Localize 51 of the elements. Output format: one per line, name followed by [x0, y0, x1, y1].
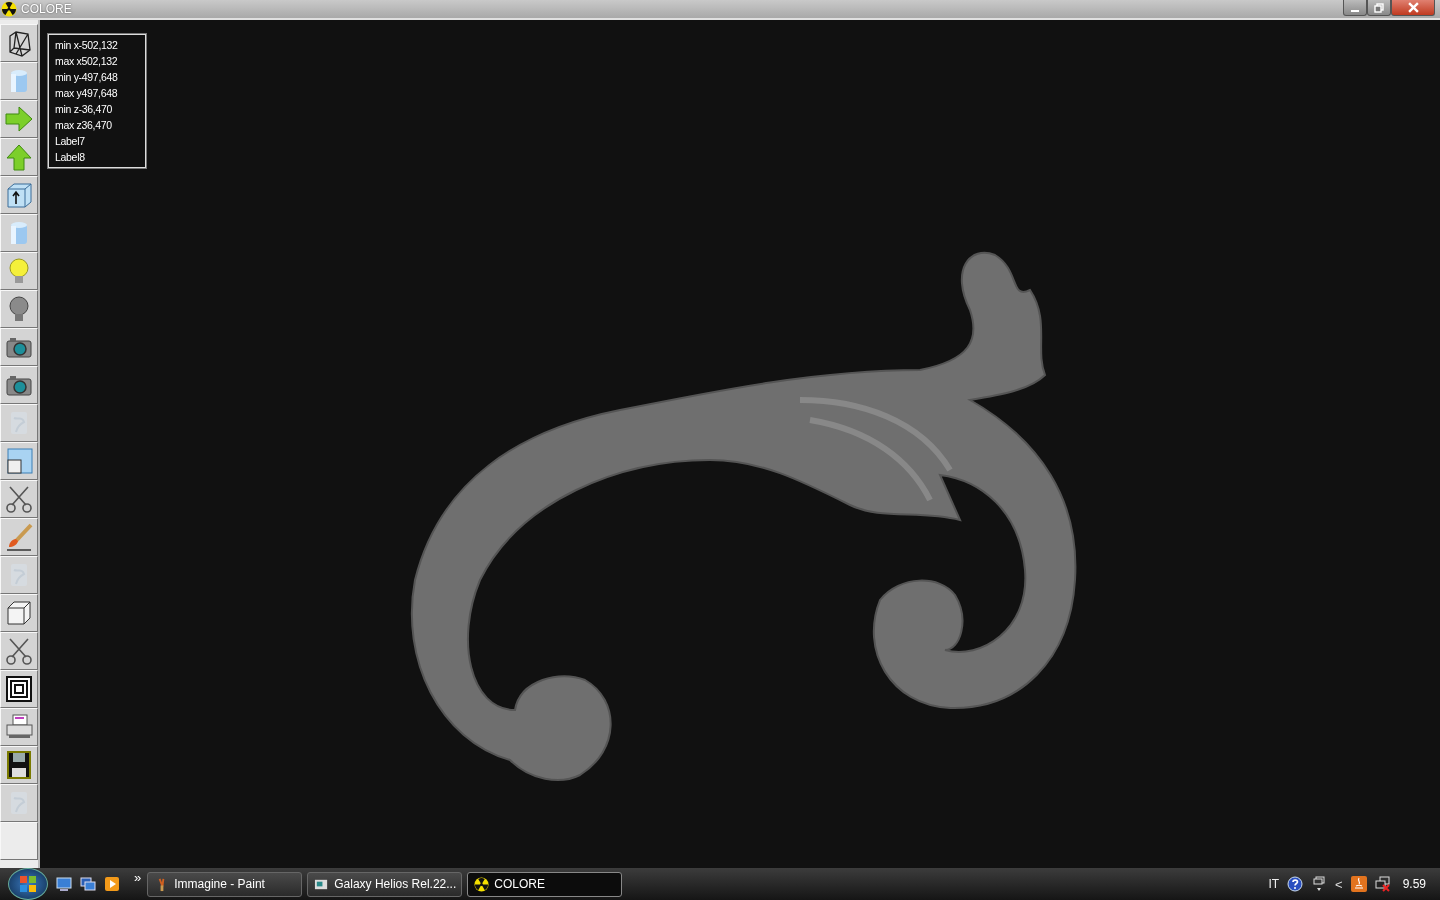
windows-icon[interactable]: [80, 876, 96, 892]
info-label: min y-497,648: [55, 70, 119, 85]
media-player-icon[interactable]: [104, 876, 120, 892]
language-indicator[interactable]: IT: [1268, 877, 1280, 891]
cube-icon: [4, 598, 34, 628]
close-icon: [1407, 2, 1419, 13]
taskbar-button[interactable]: COLORE: [467, 871, 623, 897]
info-label: Label7: [55, 134, 86, 149]
radiation-icon: [1, 1, 17, 17]
tool-button[interactable]: [0, 176, 38, 214]
restore-button[interactable]: [1367, 0, 1391, 16]
help-icon[interactable]: [1287, 876, 1304, 892]
window-icon: [4, 446, 34, 476]
info-label: max y497,648: [55, 86, 119, 101]
concentric-squares-icon: [4, 674, 34, 704]
scissors-icon: [4, 636, 34, 666]
paintbrush-icon: [4, 522, 34, 552]
window-title: COLORE: [21, 2, 73, 16]
clock[interactable]: 9.59: [1402, 877, 1426, 891]
tool-button[interactable]: [0, 24, 38, 62]
windows-switch-icon[interactable]: [1311, 876, 1328, 892]
windows-logo-icon: [18, 874, 38, 894]
minimize-button[interactable]: [1343, 0, 1367, 16]
java-icon[interactable]: [1350, 876, 1367, 892]
overflow-button[interactable]: »: [130, 870, 146, 885]
radiation-icon: [474, 876, 490, 892]
tool-button[interactable]: [0, 632, 38, 670]
tool-button[interactable]: [0, 518, 38, 556]
info-label: max z36,470: [55, 118, 113, 133]
tool-button[interactable]: [0, 328, 38, 366]
box-arrow-icon: [4, 180, 34, 210]
tool-button[interactable]: [0, 366, 38, 404]
info-label: Label8: [55, 150, 86, 165]
close-button[interactable]: [1391, 0, 1435, 16]
right-arrow-icon: [4, 104, 34, 134]
tool-button[interactable]: [0, 670, 38, 708]
minimize-icon: [1351, 9, 1359, 12]
show-hidden-icons-button[interactable]: <: [1335, 876, 1343, 892]
network-disconnected-icon[interactable]: [1374, 876, 1391, 892]
taskbar-button[interactable]: Galaxy Helios Rel.22...: [307, 871, 463, 897]
restore-icon: [1374, 2, 1384, 13]
tool-button[interactable]: [0, 746, 38, 784]
desktop-icon[interactable]: [56, 876, 72, 892]
info-label: min x-502,132: [55, 38, 119, 53]
start-button[interactable]: [8, 868, 48, 900]
up-arrow-icon: [4, 142, 34, 172]
info-label: min z-36,470: [55, 102, 114, 117]
taskbar-button[interactable]: Immagine - Paint: [147, 871, 303, 897]
info-label: max x502,132: [55, 54, 119, 69]
tool-button[interactable]: [0, 480, 38, 518]
scissors-icon: [4, 484, 34, 514]
